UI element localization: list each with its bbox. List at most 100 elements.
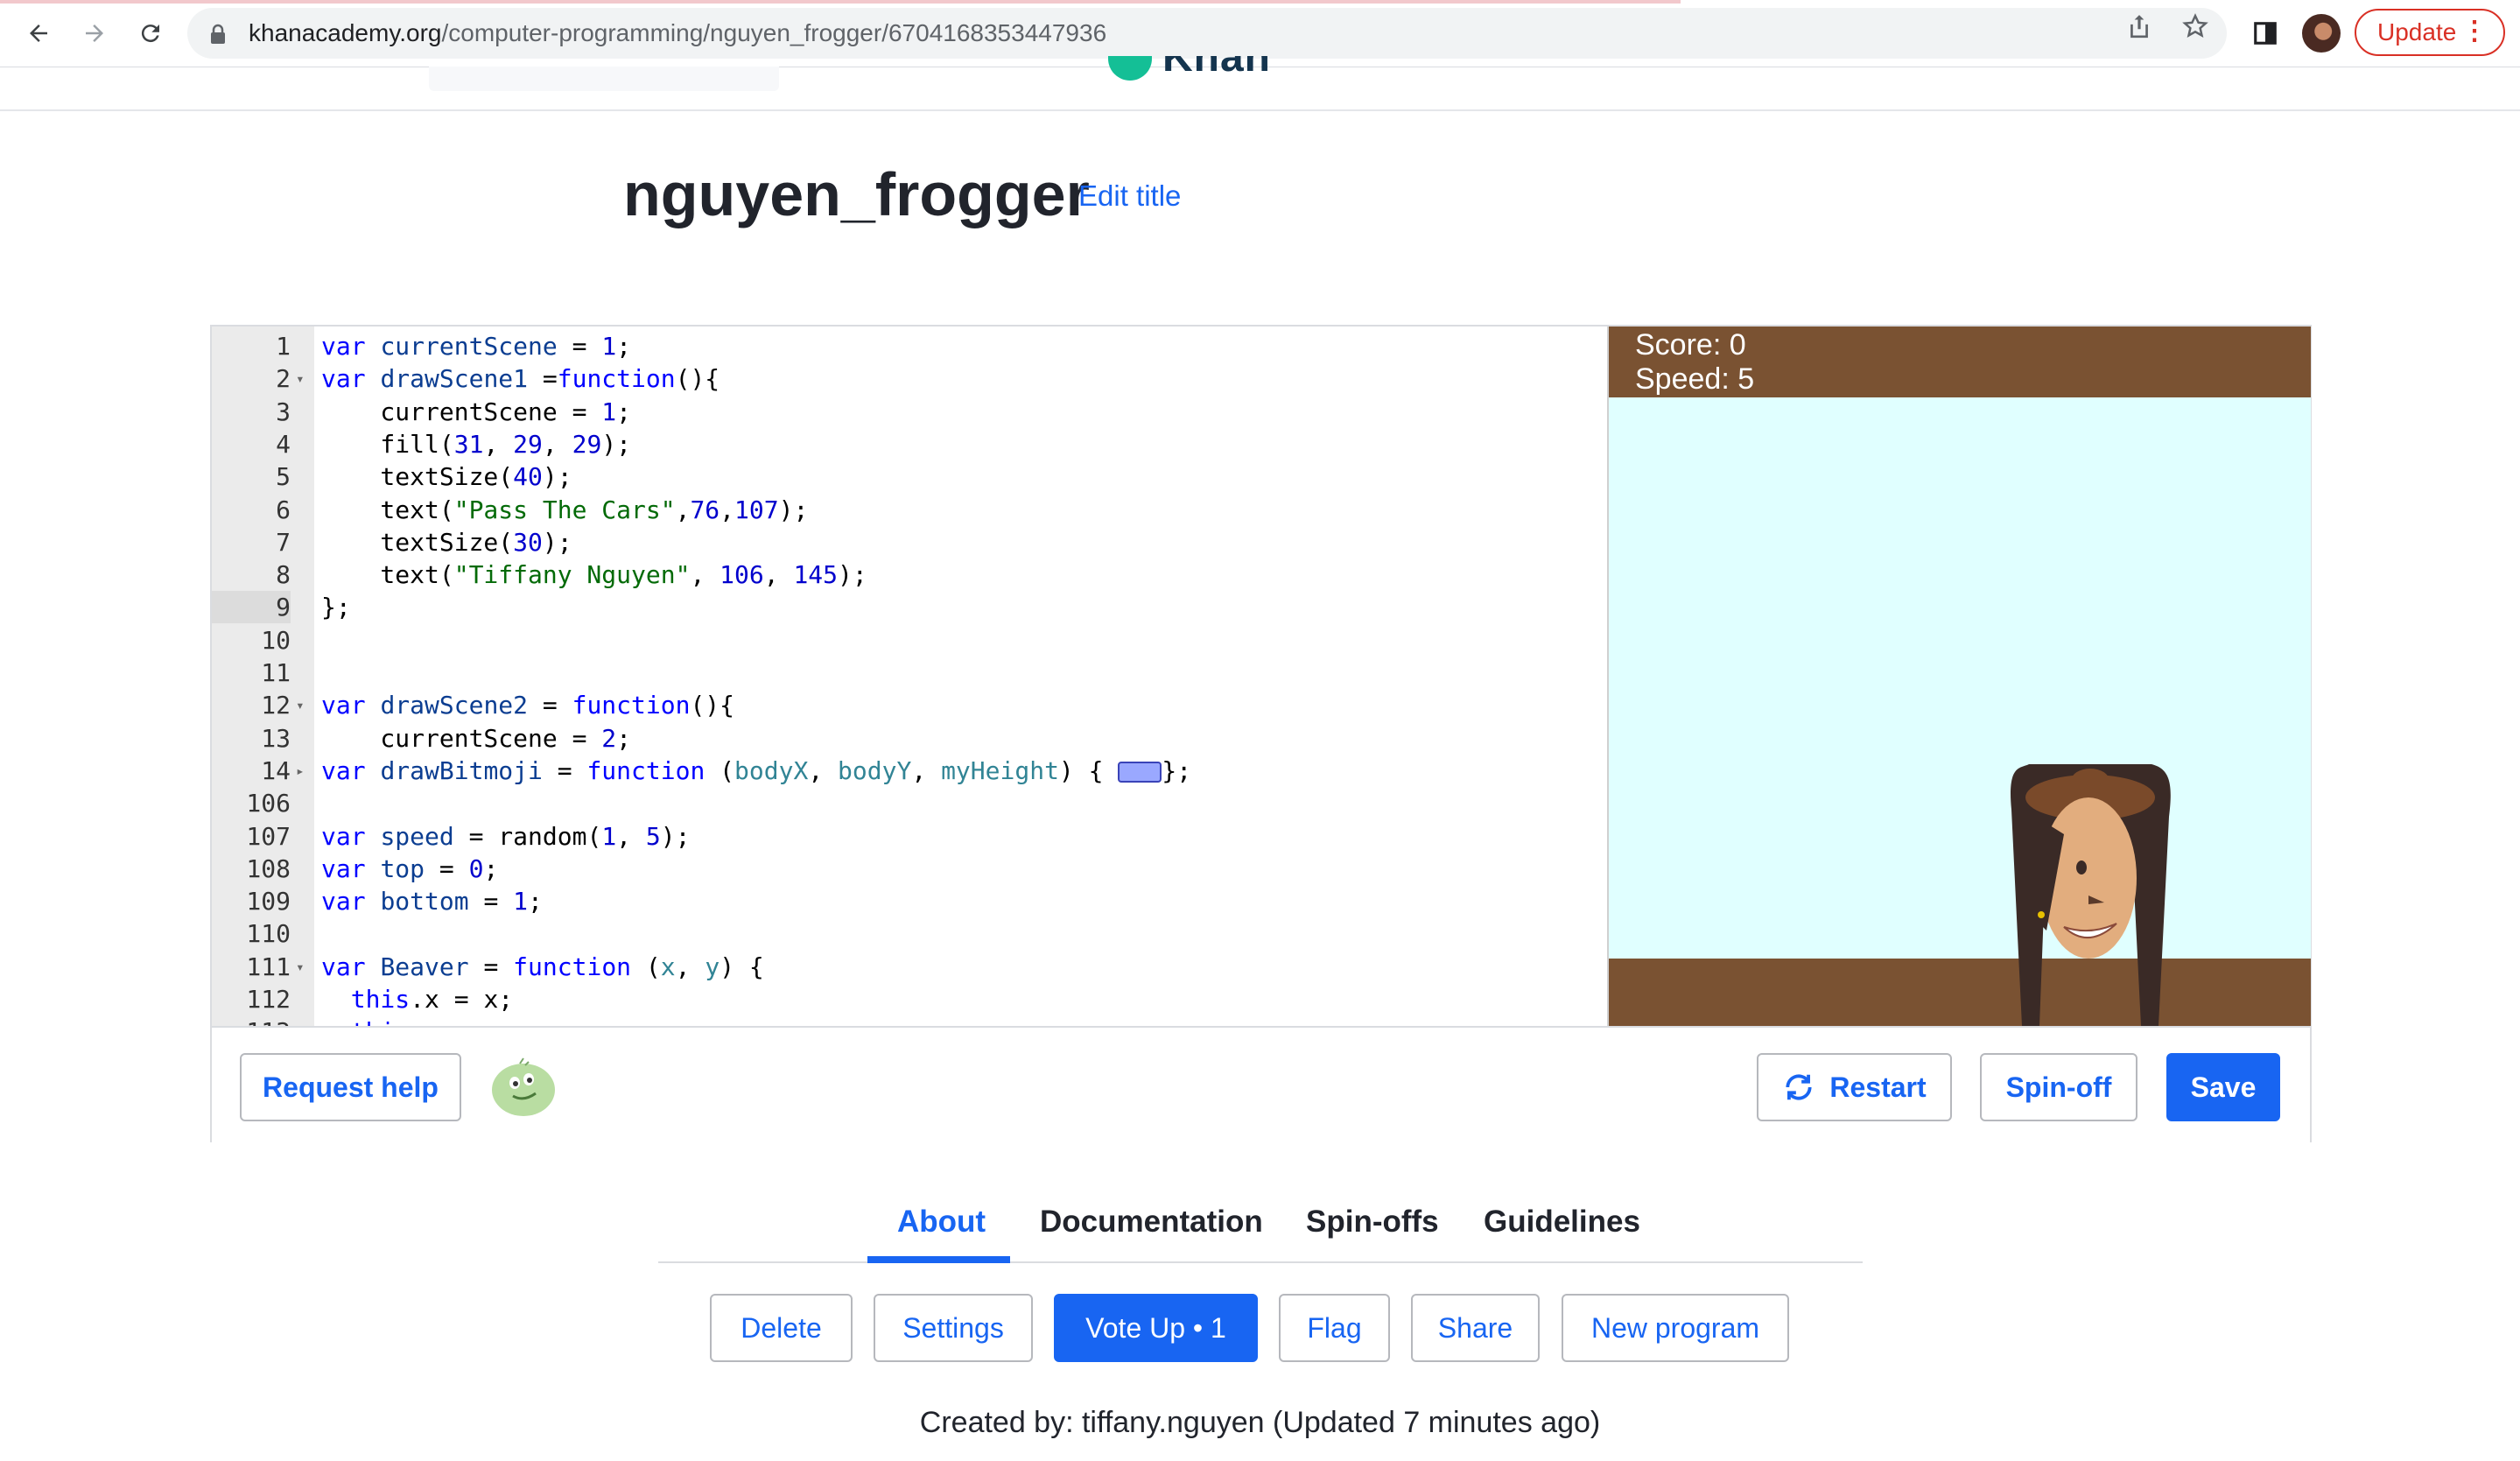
vote-up-button[interactable]: Vote Up • 1 (1054, 1294, 1258, 1362)
back-icon[interactable] (18, 12, 60, 54)
code-line[interactable]: 109 var bottom = 1; (212, 885, 1607, 917)
fold-toggle-icon[interactable]: ▾ (296, 689, 305, 721)
line-number: 12 (261, 691, 291, 720)
delete-button[interactable]: Delete (710, 1294, 853, 1362)
line-number: 109 (246, 887, 291, 917)
code-line[interactable]: 13 currentScene = 2; (212, 722, 1607, 755)
folded-code-widget[interactable] (1118, 761, 1162, 783)
code-line[interactable]: 6 text("Pass The Cars",76,107); (212, 494, 1607, 526)
fold-toggle-icon[interactable]: ▾ (296, 362, 305, 395)
line-number: 111 (246, 952, 291, 981)
update-label: Update (2377, 18, 2457, 46)
code-line[interactable]: 111 ▾ var Beaver = function (x, y) { (212, 951, 1607, 983)
code-text: text("Tiffany Nguyen", 106, 145); (321, 560, 867, 590)
active-tab-indicator (867, 1256, 1010, 1263)
tab-spin-offs[interactable]: Spin-offs (1306, 1205, 1439, 1240)
code-text: var drawScene2 = function(){ (321, 691, 735, 720)
tabs-divider (658, 1261, 1863, 1263)
line-number: 112 (246, 985, 291, 1014)
code-text: textSize(30); (321, 527, 572, 557)
code-line[interactable]: 106 (212, 787, 1607, 819)
side-panel-icon[interactable] (2244, 12, 2286, 54)
code-line[interactable]: 110 (212, 917, 1607, 950)
code-text: textSize(40); (321, 462, 572, 492)
code-line[interactable]: 107 var speed = random(1, 5); (212, 820, 1607, 853)
reload-icon[interactable] (130, 12, 172, 54)
khan-academy-logo[interactable]: Khan Academy (1105, 56, 1420, 84)
edit-title-link[interactable]: Edit title (1078, 179, 1181, 213)
tab-guidelines[interactable]: Guidelines (1484, 1205, 1640, 1240)
request-help-button[interactable]: Request help (240, 1053, 461, 1121)
tab-strip-edge (0, 0, 1681, 4)
code-text: this.x = x; (350, 985, 514, 1014)
code-line[interactable]: 14 ▸ var drawBitmoji = function (bodyX, bo… (212, 755, 1607, 787)
settings-button[interactable]: Settings (874, 1294, 1033, 1362)
code-text: this.y = y; (321, 1015, 513, 1026)
code-text: var drawScene1 =function(){ (321, 364, 720, 394)
code-text: var speed = random(1, 5); (321, 821, 691, 851)
oh-noes-mascot-icon (492, 1057, 555, 1116)
code-line[interactable]: 12 ▾ var drawScene2 = function(){ (212, 689, 1607, 721)
header-divider (0, 109, 2520, 111)
code-text: var currentScene = 1; (321, 332, 632, 361)
code-text: }; (321, 593, 351, 622)
code-text: var Beaver = function (x, y) { (321, 952, 764, 981)
flag-button[interactable]: Flag (1279, 1294, 1390, 1362)
update-button[interactable]: Update ⋮ (2355, 9, 2505, 56)
lock-icon (210, 24, 226, 49)
created-by-text: Created by: tiffany.nguyen (Updated 7 mi… (919, 1406, 1601, 1439)
fold-toggle-icon[interactable]: ▾ (296, 951, 305, 983)
program-output-canvas[interactable]: Score: 0 Speed: 5 (1607, 327, 2311, 1026)
code-text: currentScene = 1; (321, 397, 632, 426)
tab-documentation[interactable]: Documentation (1040, 1205, 1263, 1240)
line-number: 2 (276, 364, 291, 394)
fold-toggle-icon[interactable]: ▸ (296, 755, 305, 787)
ka-search-box[interactable] (429, 67, 779, 91)
code-line[interactable]: 8 text("Tiffany Nguyen", 106, 145); (212, 558, 1607, 591)
program-title: nguyen_frogger (623, 160, 1090, 228)
code-line[interactable]: 11 (212, 657, 1607, 689)
line-number: 7 (276, 527, 291, 557)
code-text: var drawBitmoji = function (bodyX, bodyY… (321, 755, 1192, 785)
code-text: fill(31, 29, 29); (321, 429, 632, 459)
line-number: 13 (261, 723, 291, 753)
spinoff-button[interactable]: Spin-off (1980, 1053, 2137, 1121)
restart-button[interactable]: Restart (1757, 1053, 1952, 1121)
ka-leaf-icon (1108, 56, 1152, 81)
code-text: text("Pass The Cars",76,107); (321, 495, 809, 524)
line-number: 107 (246, 821, 291, 851)
code-line[interactable]: 3 currentScene = 1; (212, 396, 1607, 428)
line-number: 108 (246, 853, 291, 883)
line-number: 3 (276, 397, 291, 426)
line-number: 4 (276, 429, 291, 459)
code-line[interactable]: 113 this.y = y; (212, 1015, 1607, 1026)
code-line[interactable]: 108 var top = 0; (212, 853, 1607, 885)
address-bar[interactable]: khanacademy.org/computer-programming/ngu… (187, 8, 2227, 59)
tab-about[interactable]: About (897, 1205, 986, 1240)
code-line[interactable]: 9}; (212, 591, 1607, 624)
bookmark-star-icon[interactable] (2178, 9, 2213, 44)
code-line[interactable]: 7 textSize(30); (212, 526, 1607, 558)
line-number: 11 (261, 658, 291, 687)
code-line[interactable]: 2 ▾ var drawScene1 =function(){ (212, 362, 1607, 395)
save-button[interactable]: Save (2166, 1053, 2280, 1121)
forward-icon[interactable] (74, 12, 116, 54)
bitmoji-drawing (2011, 764, 2171, 1026)
new-program-button[interactable]: New program (1562, 1294, 1789, 1362)
profile-avatar[interactable] (2302, 14, 2341, 53)
restart-icon (1786, 1074, 1812, 1100)
code-line[interactable]: 112 this.x = x; (212, 983, 1607, 1015)
more-menu-icon[interactable]: ⋮ (2461, 16, 2488, 46)
line-number: 10 (261, 625, 291, 655)
line-number: 9 (212, 591, 291, 624)
line-number: 14 (261, 755, 291, 785)
share-button[interactable]: Share (1411, 1294, 1540, 1362)
code-line[interactable]: 1 var currentScene = 1; (212, 330, 1607, 362)
line-number: 106 (246, 789, 291, 818)
code-line[interactable]: 5 textSize(40); (212, 460, 1607, 493)
code-line[interactable]: 10 (212, 624, 1607, 657)
code-line[interactable]: 4 fill(31, 29, 29); (212, 428, 1607, 460)
code-editor[interactable]: 1 var currentScene = 1; 2 ▾ var drawScene1 =… (212, 327, 1607, 1026)
share-page-icon[interactable] (2122, 9, 2157, 44)
line-number: 1 (276, 332, 291, 361)
